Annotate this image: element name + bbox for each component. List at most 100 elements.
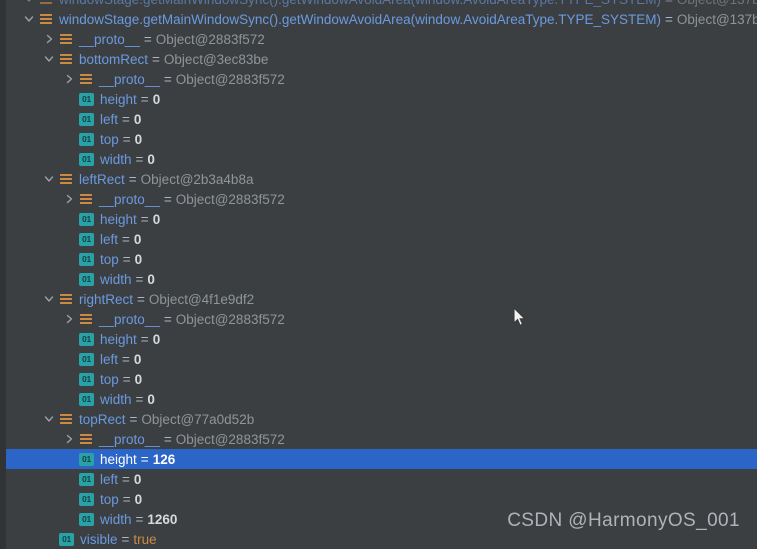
object-type-icon — [39, 0, 53, 6]
variable-value: 0 — [133, 231, 142, 247]
equals-sign: = — [129, 411, 138, 427]
variable-value: 0 — [134, 491, 143, 507]
variable-value: Object@2883f572 — [155, 31, 265, 47]
tree-row[interactable]: rightRect = Object@4f1e9df2 — [0, 289, 757, 309]
tree-row[interactable]: 01 left = 0 — [0, 229, 757, 249]
object-type-icon — [59, 292, 73, 306]
tree-row[interactable]: 01 width = 0 — [0, 269, 757, 289]
variable-name: top — [100, 131, 119, 147]
tree-row[interactable]: 01 height = 0 — [0, 89, 757, 109]
equals-sign: = — [137, 291, 145, 307]
variable-name: left — [100, 111, 119, 127]
chevron-right-icon[interactable] — [62, 70, 76, 88]
variable-value: Object@2883f572 — [175, 71, 285, 87]
tree-row-clipped[interactable]: windowStage.getMainWindowSync().getWindo… — [0, 0, 757, 9]
variable-value: Object@2883f572 — [175, 311, 285, 327]
tree-row[interactable]: bottomRect = Object@3ec83be — [0, 49, 757, 69]
chevron-down-icon[interactable] — [42, 410, 56, 428]
object-type-icon — [79, 72, 93, 86]
tree-row[interactable]: 01 width = 0 — [0, 389, 757, 409]
tree-row[interactable]: 01 left = 0 — [0, 109, 757, 129]
number-type-icon: 01 — [79, 472, 94, 486]
equals-sign: = — [140, 211, 149, 227]
variable-value: Object@77a0d52b — [141, 411, 255, 427]
tree-row[interactable]: leftRect = Object@2b3a4b8a — [0, 169, 757, 189]
variable-name: __proto__ — [99, 431, 160, 447]
tree-row[interactable]: 01 visible = true — [0, 529, 757, 549]
chevron-down-icon[interactable] — [42, 290, 56, 308]
chevron-right-icon[interactable] — [62, 190, 76, 208]
variable-name: rightRect — [79, 291, 134, 307]
tree-row[interactable]: __proto__ = Object@2883f572 — [0, 29, 757, 49]
tree-row[interactable]: topRect = Object@77a0d52b — [0, 409, 757, 429]
variable-value: 0 — [134, 371, 143, 387]
number-type-icon: 01 — [79, 252, 94, 266]
object-type-icon — [79, 192, 93, 206]
tree-row[interactable]: 01 width = 0 — [0, 149, 757, 169]
tree-row[interactable]: 01 left = 0 — [0, 469, 757, 489]
chevron-down-icon[interactable] — [42, 50, 56, 68]
variable-value: 1260 — [147, 511, 178, 527]
variable-name: width — [100, 391, 132, 407]
object-type-icon — [79, 432, 93, 446]
variable-value: 0 — [152, 331, 161, 347]
chevron-right-icon[interactable] — [42, 30, 56, 48]
chevron-down-icon[interactable] — [22, 10, 36, 28]
variables-tree[interactable]: windowStage.getMainWindowSync().getWindo… — [0, 0, 757, 549]
number-type-icon: 01 — [79, 452, 94, 466]
tree-row[interactable]: 01 top = 0 — [0, 489, 757, 509]
tree-row[interactable]: 01 left = 0 — [0, 349, 757, 369]
tree-row[interactable]: 01 top = 0 — [0, 369, 757, 389]
chevron-right-icon[interactable] — [62, 310, 76, 328]
tree-row[interactable]: __proto__ = Object@2883f572 — [0, 189, 757, 209]
variable-name: bottomRect — [79, 51, 149, 67]
tree-row[interactable]: 01 top = 0 — [0, 249, 757, 269]
object-type-icon — [59, 52, 73, 66]
variable-name: leftRect — [79, 171, 125, 187]
tree-row[interactable]: __proto__ = Object@2883f572 — [0, 429, 757, 449]
variable-value: 0 — [133, 471, 142, 487]
variable-name: height — [100, 91, 137, 107]
equals-sign: = — [163, 431, 172, 447]
tree-row[interactable]: 01 width = 1260 — [0, 509, 757, 529]
tree-row[interactable]: 01 top = 0 — [0, 129, 757, 149]
variable-name: top — [100, 491, 119, 507]
chevron-down-icon[interactable] — [42, 170, 56, 188]
number-type-icon: 01 — [79, 352, 94, 366]
equals-sign: = — [135, 391, 144, 407]
object-type-icon — [39, 12, 53, 26]
equals-sign: = — [661, 0, 677, 7]
chevron-right-icon[interactable] — [62, 430, 76, 448]
equals-sign: = — [122, 251, 131, 267]
variable-name: left — [100, 231, 119, 247]
tree-row-selected[interactable]: 01 height = 126 — [0, 449, 757, 469]
variable-name: __proto__ — [79, 31, 140, 47]
number-type-icon: 01 — [79, 332, 94, 346]
number-type-icon: 01 — [79, 372, 94, 386]
chevron-down-icon[interactable] — [22, 0, 36, 8]
variable-value: Object@2883f572 — [175, 431, 285, 447]
variable-value: Object@2883f572 — [175, 191, 285, 207]
tree-row[interactable]: __proto__ = Object@2883f572 — [0, 309, 757, 329]
equals-sign: = — [163, 71, 172, 87]
tree-row[interactable]: 01 height = 0 — [0, 209, 757, 229]
number-type-icon: 01 — [79, 512, 94, 526]
variable-name: topRect — [79, 411, 126, 427]
number-type-icon: 01 — [79, 232, 94, 246]
number-type-icon: 01 — [79, 112, 94, 126]
variable-value: 0 — [133, 351, 142, 367]
tree-row[interactable]: __proto__ = Object@2883f572 — [0, 69, 757, 89]
variable-value: 0 — [147, 391, 155, 407]
variable-value: Object@4f1e9df2 — [148, 291, 255, 307]
tree-row[interactable]: 01 height = 0 — [0, 329, 757, 349]
tree-row[interactable]: windowStage.getMainWindowSync().getWindo… — [0, 9, 757, 29]
